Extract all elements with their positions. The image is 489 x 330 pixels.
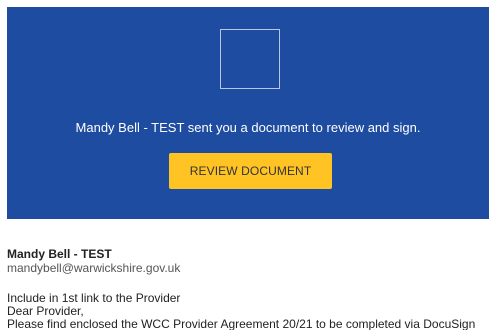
email-body: Mandy Bell - TEST sent you a document to… bbox=[0, 0, 489, 330]
sender-name: Mandy Bell - TEST bbox=[7, 247, 112, 261]
sender-info: Mandy Bell - TEST mandybell@warwickshire… bbox=[7, 247, 180, 275]
message-line: Please find enclosed the WCC Provider Ag… bbox=[7, 317, 476, 330]
sender-email[interactable]: mandybell@warwickshire.gov.uk bbox=[7, 261, 180, 275]
logo-placeholder bbox=[220, 29, 280, 89]
message-text: Include in 1st link to the Provider Dear… bbox=[7, 292, 489, 330]
banner-message: Mandy Bell - TEST sent you a document to… bbox=[75, 120, 421, 135]
docusign-banner: Mandy Bell - TEST sent you a document to… bbox=[7, 7, 489, 219]
review-document-button[interactable]: REVIEW DOCUMENT bbox=[169, 153, 332, 189]
